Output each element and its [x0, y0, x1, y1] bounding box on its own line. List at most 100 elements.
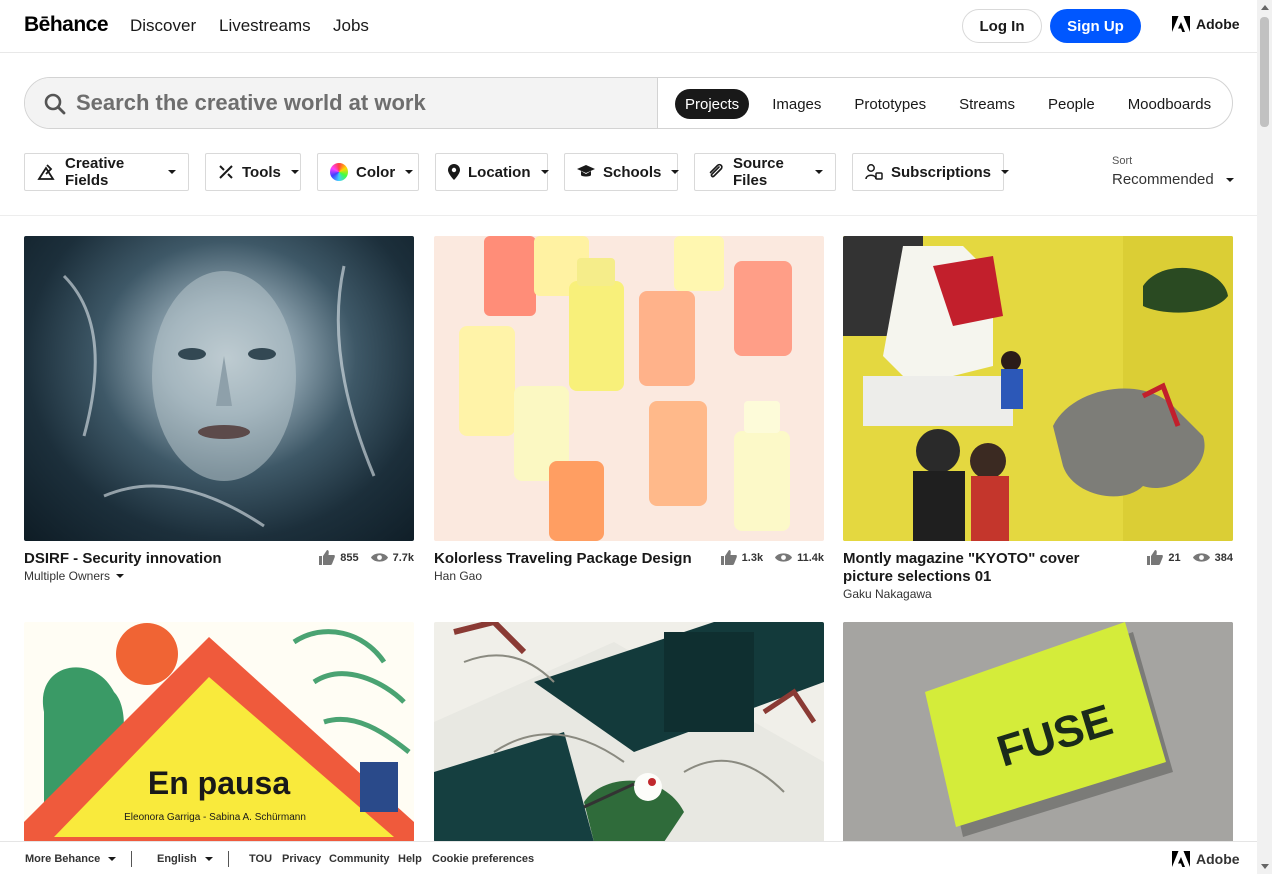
project-card[interactable]: DSIRF - Security innovation Multiple Own…	[24, 236, 414, 583]
tab-moodboards[interactable]: Moodboards	[1118, 89, 1221, 119]
footer-link-community[interactable]: Community	[329, 853, 390, 865]
sort-value: Recommended	[1112, 171, 1214, 188]
project-owner[interactable]: Han Gao	[434, 569, 482, 583]
login-button[interactable]: Log In	[962, 9, 1042, 43]
color-filter[interactable]: Color	[317, 153, 419, 191]
tools-icon	[219, 165, 233, 179]
subscriptions-label: Subscriptions	[891, 163, 992, 181]
scroll-down-arrow-icon[interactable]	[1261, 864, 1269, 869]
footer-link-privacy[interactable]: Privacy	[282, 853, 321, 865]
chevron-down-icon	[1001, 170, 1010, 174]
tab-projects[interactable]: Projects	[675, 89, 750, 119]
footer-divider	[228, 851, 229, 867]
footer: More Behance English TOU Privacy Communi…	[0, 841, 1257, 874]
nav-discover[interactable]: Discover	[130, 16, 196, 36]
project-card[interactable]: En pausa Eleonora Garriga - Sabina A. Sc…	[24, 622, 414, 842]
eye-icon	[370, 553, 388, 562]
project-title[interactable]: Montly magazine "KYOTO" cover picture se…	[843, 550, 1128, 586]
project-card[interactable]	[434, 622, 824, 842]
views-count: 11.4k	[797, 551, 824, 564]
adobe-label: Adobe	[1196, 16, 1240, 32]
footer-link-cookie-preferences[interactable]: Cookie preferences	[432, 853, 534, 865]
search-field-area	[25, 78, 658, 128]
project-owner[interactable]: Multiple Owners	[24, 569, 125, 583]
tab-streams[interactable]: Streams	[949, 89, 1025, 119]
graduation-cap-icon	[577, 165, 595, 177]
language-menu[interactable]: English	[157, 853, 213, 865]
creative-fields-label: Creative Fields	[65, 155, 125, 189]
scroll-up-arrow-icon[interactable]	[1261, 5, 1269, 10]
project-cover-image[interactable]: FUSE	[843, 622, 1233, 842]
divider	[0, 215, 1257, 216]
chevron-down-icon	[116, 574, 125, 578]
project-cover-image[interactable]	[434, 236, 824, 541]
project-owner[interactable]: Gaku Nakagawa	[843, 587, 932, 601]
scroll-thumb[interactable]	[1260, 17, 1269, 127]
page-scrollbar[interactable]	[1257, 0, 1272, 874]
appreciate-thumb-icon	[720, 550, 737, 565]
project-stats: 21 384	[1141, 550, 1233, 565]
more-behance-label: More Behance	[25, 853, 101, 865]
nav-jobs[interactable]: Jobs	[333, 16, 369, 36]
footer-divider	[131, 851, 132, 867]
footer-adobe-link[interactable]: Adobe	[1172, 851, 1240, 867]
signup-button[interactable]: Sign Up	[1050, 9, 1141, 43]
location-pin-icon	[448, 164, 460, 180]
chevron-down-icon	[540, 170, 549, 174]
tab-images[interactable]: Images	[762, 89, 831, 119]
tab-people[interactable]: People	[1038, 89, 1105, 119]
adobe-link[interactable]: Adobe	[1172, 16, 1240, 32]
tools-label: Tools	[242, 163, 281, 181]
creative-fields-filter[interactable]: Creative Fields	[24, 153, 189, 191]
subscriptions-filter[interactable]: Subscriptions	[852, 153, 1010, 191]
tools-filter[interactable]: Tools	[205, 153, 301, 191]
project-cover-image[interactable]: En pausa Eleonora Garriga - Sabina A. Sc…	[24, 622, 414, 842]
source-files-filter[interactable]: Source Files	[694, 153, 836, 191]
project-card[interactable]: FUSE	[843, 622, 1233, 842]
appreciate-thumb-icon	[319, 550, 336, 565]
language-label: English	[157, 853, 197, 865]
chevron-down-icon	[204, 857, 213, 861]
nav-livestreams[interactable]: Livestreams	[219, 16, 311, 36]
more-behance-menu[interactable]: More Behance	[25, 853, 117, 865]
eye-icon	[775, 553, 793, 562]
project-title[interactable]: Kolorless Traveling Package Design	[434, 550, 719, 568]
project-title[interactable]: DSIRF - Security innovation	[24, 550, 309, 568]
location-filter[interactable]: Location	[435, 153, 549, 191]
views-count: 7.7k	[392, 551, 414, 564]
adobe-logo-icon	[1172, 16, 1190, 32]
adobe-logo-icon	[1172, 851, 1190, 867]
color-label: Color	[356, 163, 396, 181]
project-card[interactable]: Montly magazine "KYOTO" cover picture se…	[843, 236, 1233, 601]
adobe-label: Adobe	[1196, 851, 1240, 867]
footer-link-tou[interactable]: TOU	[249, 853, 272, 865]
appreciate-thumb-icon	[1147, 550, 1164, 565]
project-stats: 1.3k 11.4k	[715, 550, 824, 565]
schools-filter[interactable]: Schools	[564, 153, 680, 191]
chevron-down-icon	[405, 170, 414, 174]
likes-count: 21	[1168, 551, 1181, 564]
project-cover-image[interactable]	[843, 236, 1233, 541]
tab-prototypes[interactable]: Prototypes	[844, 89, 936, 119]
top-nav: Bēhance Discover Livestreams Jobs Log In…	[0, 0, 1257, 53]
footer-link-help[interactable]: Help	[398, 853, 422, 865]
sort-control[interactable]: Sort Recommended	[1112, 155, 1234, 188]
project-stats: 855 7.7k	[313, 550, 414, 565]
chevron-down-icon	[1225, 177, 1234, 182]
project-card[interactable]: Kolorless Traveling Package Design Han G…	[434, 236, 824, 583]
search-tabs: Projects Images Prototypes Streams Peopl…	[675, 89, 1232, 119]
project-cover-image[interactable]	[434, 622, 824, 842]
likes-count: 1.3k	[741, 551, 764, 564]
behance-logo[interactable]: Bēhance	[24, 13, 109, 37]
search-bar: Projects Images Prototypes Streams Peopl…	[24, 77, 1233, 129]
subscriptions-icon	[865, 164, 883, 180]
likes-count: 855	[340, 551, 359, 564]
eye-icon	[1192, 553, 1210, 562]
chevron-down-icon	[168, 170, 176, 174]
cover-title: En pausa	[148, 765, 290, 801]
project-cover-image[interactable]	[24, 236, 414, 541]
search-input[interactable]	[76, 89, 636, 117]
views-count: 384	[1214, 551, 1233, 564]
source-files-label: Source Files	[733, 155, 784, 189]
chevron-down-icon	[290, 170, 299, 174]
